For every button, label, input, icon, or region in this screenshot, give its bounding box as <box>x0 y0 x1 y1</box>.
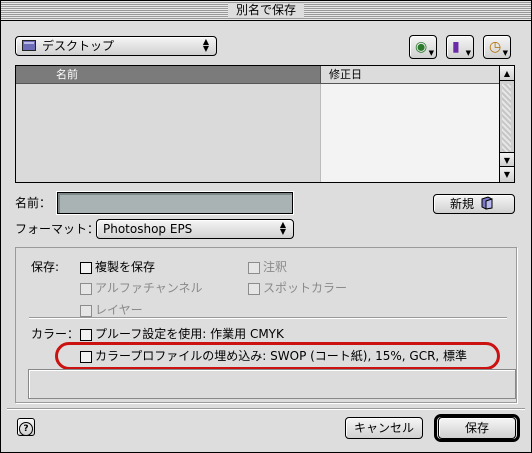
help-button[interactable]: ? <box>17 418 35 436</box>
location-label: デスクトップ <box>42 39 115 53</box>
save-button[interactable]: 保存 <box>438 417 516 439</box>
layers-label[interactable]: レイヤー <box>95 303 143 317</box>
alpha-channels-label[interactable]: アルファチャンネル <box>95 281 203 295</box>
annotation-checkbox[interactable] <box>248 262 260 274</box>
name-column-area <box>16 84 321 182</box>
window-title: 別名で保存 <box>227 3 305 18</box>
menu-arrow-icon: ▼ <box>428 49 434 57</box>
favorites-button[interactable]: ▮ ▼ <box>446 35 474 59</box>
shortcuts-button[interactable]: ◉ ▼ <box>409 35 437 59</box>
filename-input[interactable] <box>57 192 293 214</box>
options-divider <box>29 317 507 318</box>
layers-checkbox[interactable] <box>80 305 92 317</box>
annotation-label[interactable]: 注釈 <box>263 260 287 274</box>
name-label: 名前： <box>15 196 52 210</box>
recent-button[interactable]: ◷ ▼ <box>483 35 511 59</box>
format-label: フォーマット： <box>15 222 100 236</box>
recent-icon: ◷ <box>489 39 502 55</box>
title-bar[interactable]: 別名で保存 <box>1 1 531 21</box>
location-popup[interactable]: デスクトップ ▲ ▼ <box>15 36 217 56</box>
format-value: Photoshop EPS <box>103 222 193 236</box>
column-header-name[interactable]: 名前 <box>16 66 321 84</box>
new-folder-label: 新規 <box>450 197 475 211</box>
favorites-icon: ▮ <box>452 39 460 55</box>
help-icon: ? <box>19 422 33 436</box>
popup-arrows-icon: ▲ ▼ <box>202 37 210 53</box>
proof-setup-label[interactable]: プルーフ設定を使用: 作業用 CMYK <box>95 327 284 341</box>
bottom-separator <box>7 408 525 409</box>
vertical-scrollbar[interactable]: ▲ ▼ ▼ <box>499 66 514 182</box>
save-options-label: 保存: <box>31 260 60 274</box>
new-folder-icon <box>481 196 493 210</box>
scroll-down-end-arrow-icon[interactable]: ▼ <box>500 167 514 182</box>
description-box <box>28 369 516 399</box>
spot-colors-checkbox[interactable] <box>248 283 260 295</box>
duplicate-checkbox[interactable] <box>80 262 92 274</box>
duplicate-label[interactable]: 複製を保存 <box>95 260 155 274</box>
file-browser-list[interactable]: 名前 修正日 ▲ ▼ ▼ <box>15 65 515 183</box>
folder-icon <box>22 40 36 51</box>
spot-colors-label[interactable]: スポットカラー <box>263 281 347 295</box>
highlight-annotation <box>55 342 500 370</box>
save-as-dialog: 別名で保存 デスクトップ ▲ ▼ ◉ ▼ ▮ ▼ ◷ ▼ 名前 修正日 ▲ ▼ ▼… <box>0 0 532 453</box>
menu-arrow-icon: ▼ <box>465 49 471 57</box>
date-column-area <box>321 84 499 182</box>
shortcuts-icon: ◉ <box>415 39 428 55</box>
proof-setup-checkbox[interactable] <box>80 329 92 341</box>
format-popup[interactable]: Photoshop EPS ▲ ▼ <box>96 219 294 239</box>
cancel-button[interactable]: キャンセル <box>345 417 423 439</box>
menu-arrow-icon: ▼ <box>502 49 508 57</box>
alpha-channels-checkbox[interactable] <box>80 283 92 295</box>
popup-arrows-icon: ▲ ▼ <box>279 220 287 236</box>
color-options-label: カラー： <box>31 327 80 341</box>
scroll-up-arrow-icon[interactable]: ▲ <box>500 66 514 81</box>
new-folder-button[interactable]: 新規 <box>433 194 515 214</box>
scroll-track[interactable] <box>502 84 511 162</box>
scroll-down-arrow-icon[interactable]: ▼ <box>500 152 514 167</box>
column-header-modified[interactable]: 修正日 <box>321 66 499 84</box>
